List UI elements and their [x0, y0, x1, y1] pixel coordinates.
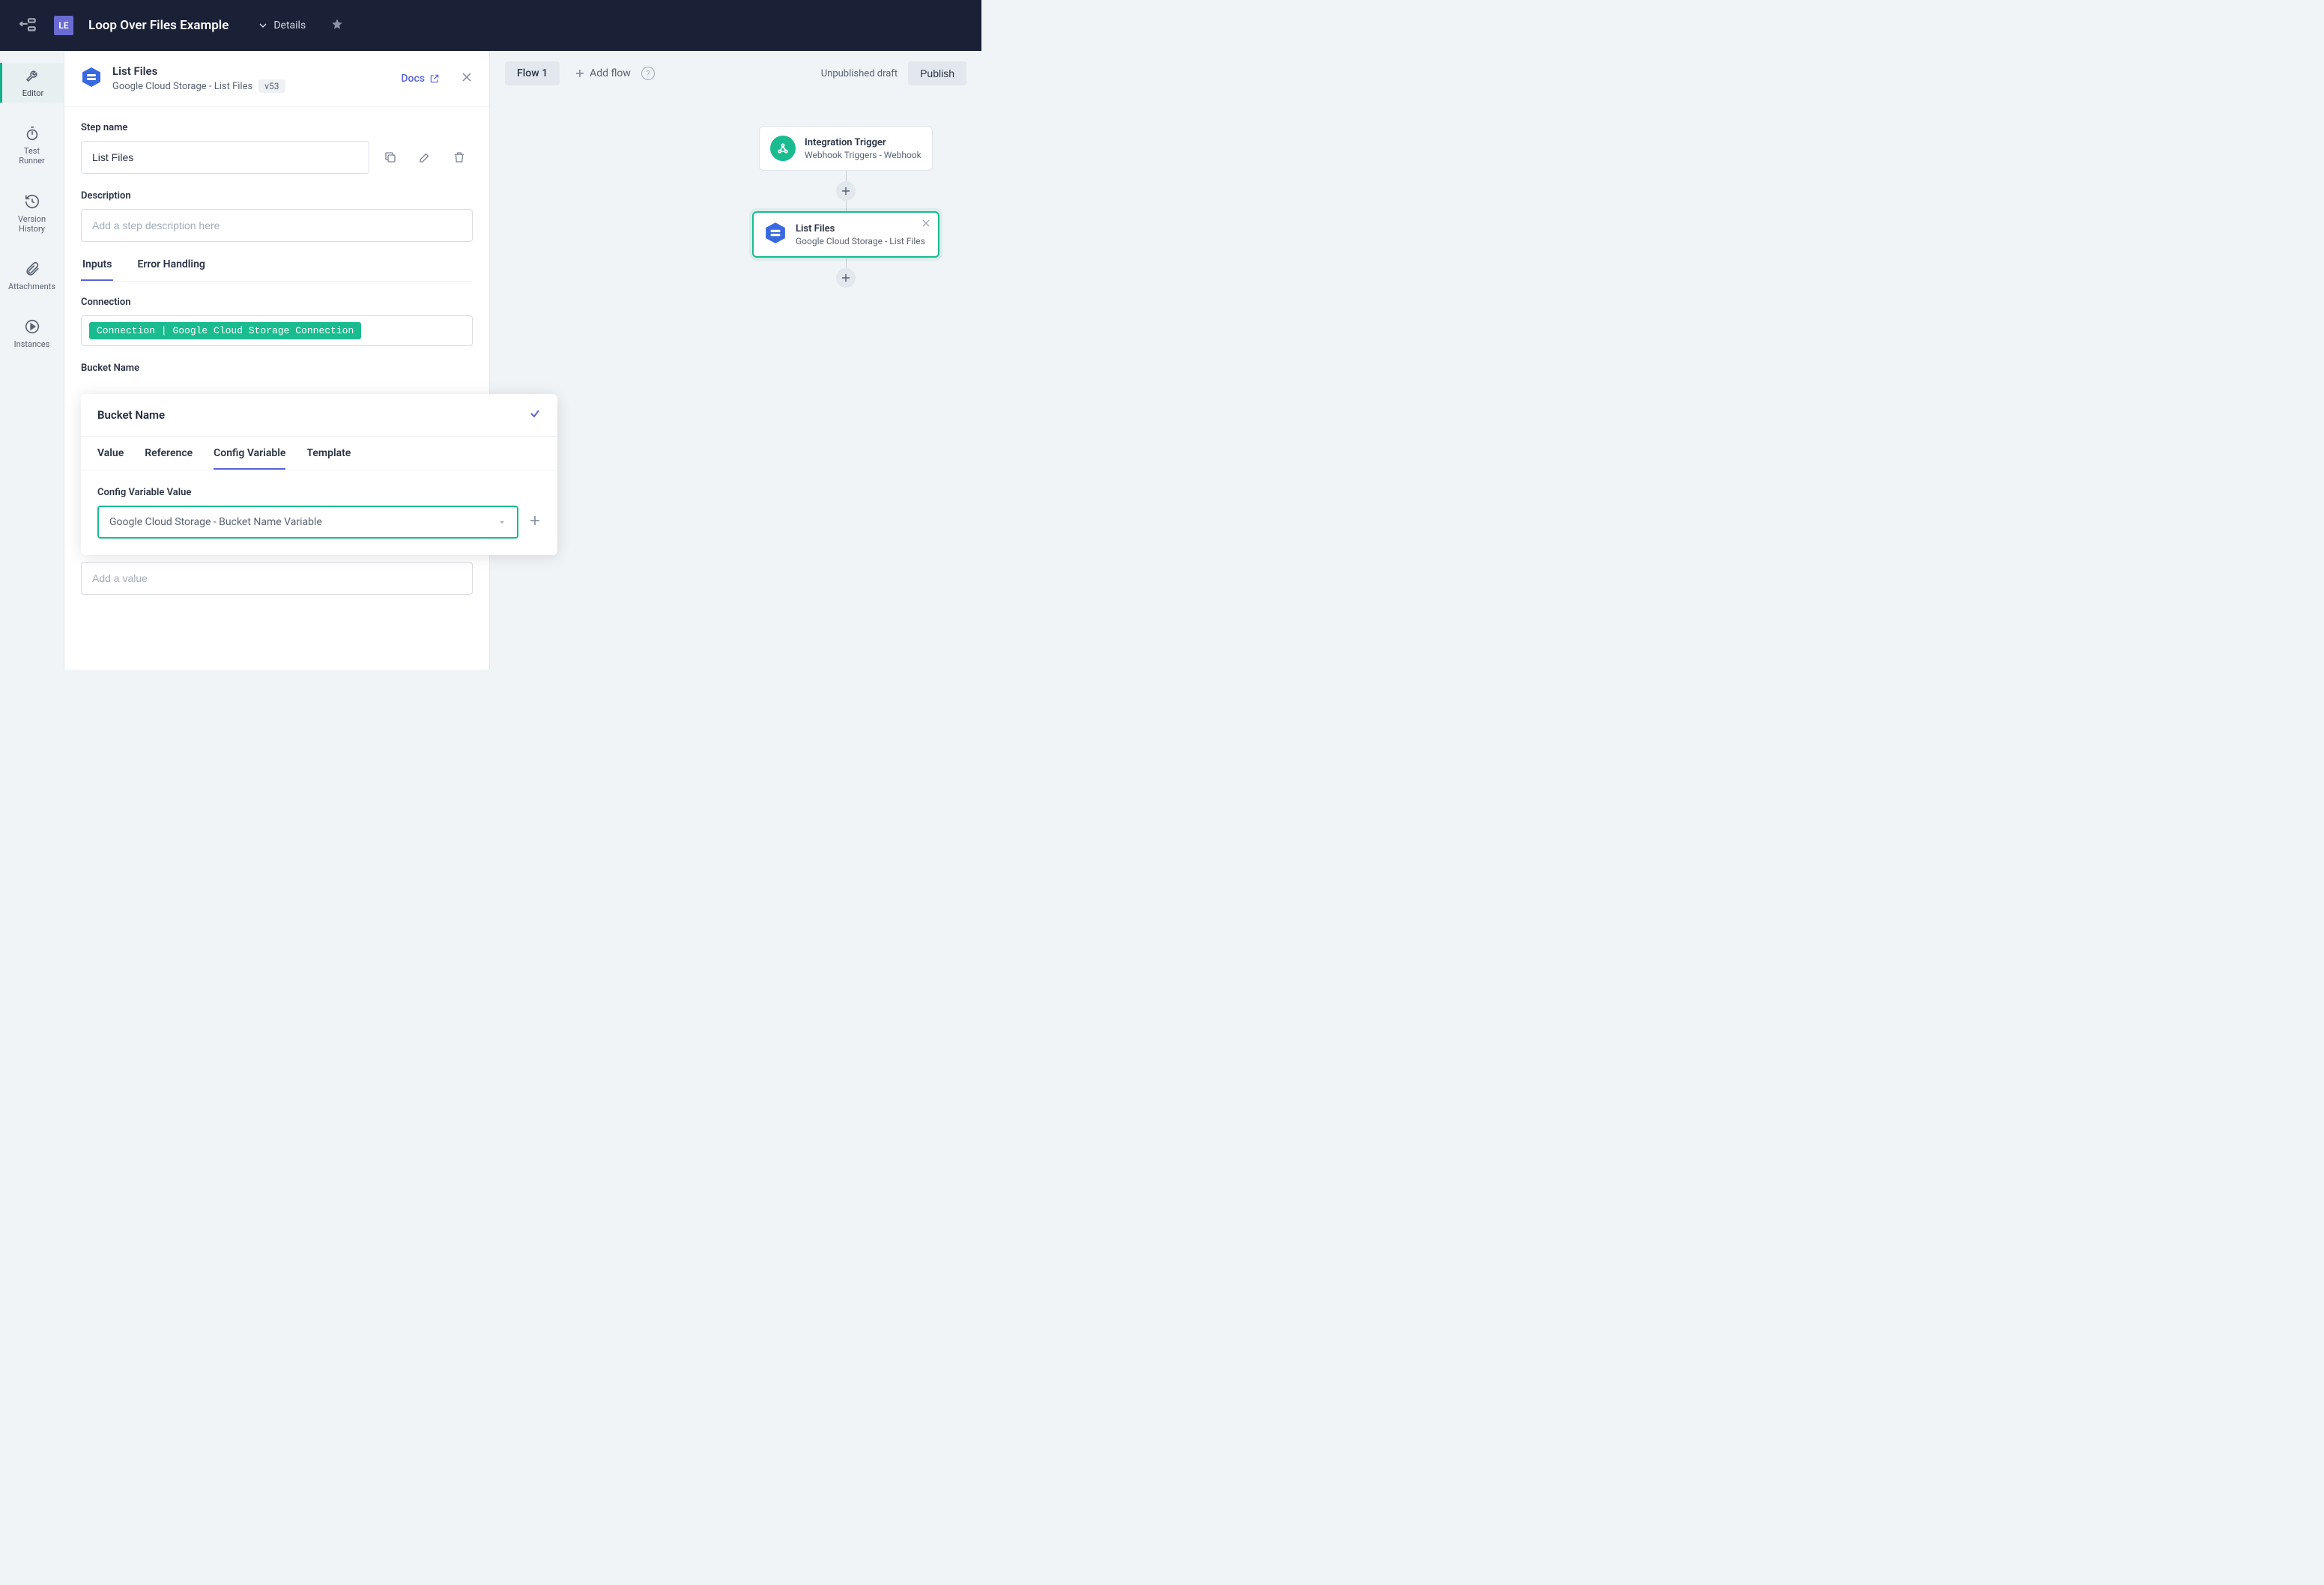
- flow-tab[interactable]: Flow 1: [505, 61, 560, 85]
- step-header: List Files Google Cloud Storage - List F…: [64, 51, 489, 107]
- sidebar-item-editor[interactable]: Editor: [0, 63, 64, 103]
- connector: [846, 258, 847, 268]
- bucket-name-label: Bucket Name: [81, 363, 473, 374]
- left-sidebar: Editor Test Runner Version History Attac…: [0, 51, 64, 670]
- project-title: Loop Over Files Example: [88, 18, 229, 33]
- add-config-variable-button[interactable]: [529, 515, 541, 530]
- sidebar-label: Editor: [22, 88, 44, 98]
- google-cloud-storage-icon: [764, 222, 787, 247]
- tab-error-handling[interactable]: Error Handling: [136, 258, 206, 281]
- popover-title: Bucket Name: [97, 408, 165, 422]
- favorite-star-icon[interactable]: [331, 18, 343, 33]
- connection-field[interactable]: Connection | Google Cloud Storage Connec…: [81, 315, 473, 346]
- step-name-input[interactable]: [81, 141, 369, 174]
- details-dropdown[interactable]: Details: [258, 19, 306, 31]
- webhook-icon: [770, 136, 796, 161]
- trash-icon: [453, 151, 466, 164]
- sidebar-item-instances[interactable]: Instances: [0, 314, 64, 354]
- history-icon: [24, 193, 40, 210]
- stopwatch-icon: [24, 125, 40, 142]
- tab-inputs[interactable]: Inputs: [81, 258, 113, 281]
- confirm-icon[interactable]: [529, 407, 541, 422]
- wrench-icon: [25, 67, 41, 84]
- version-chip: v53: [258, 79, 285, 93]
- top-bar: LE Loop Over Files Example Details: [0, 0, 981, 51]
- close-panel-icon[interactable]: [461, 71, 473, 86]
- sidebar-label: Test Runner: [19, 146, 45, 166]
- plus-icon: [575, 68, 585, 79]
- remove-node-icon[interactable]: [922, 219, 930, 230]
- max-results-input[interactable]: [81, 562, 473, 595]
- add-step-button[interactable]: [836, 181, 856, 201]
- node-title: Integration Trigger: [805, 137, 922, 148]
- draft-status: Unpublished draft: [821, 68, 898, 79]
- flow-nodes: Integration Trigger Webhook Triggers - W…: [752, 126, 939, 288]
- node-subtitle: Google Cloud Storage - List Files: [796, 236, 925, 246]
- paperclip-icon: [24, 261, 40, 277]
- copy-icon: [384, 151, 397, 164]
- connector: [846, 201, 847, 211]
- details-label: Details: [273, 19, 306, 31]
- canvas-toolbar: Flow 1 Add flow ? Unpublished draft Publ…: [490, 51, 981, 96]
- sidebar-label: Version History: [18, 214, 46, 234]
- node-subtitle: Webhook Triggers - Webhook: [805, 150, 922, 160]
- google-cloud-storage-icon: [81, 67, 102, 91]
- step-config-panel: List Files Google Cloud Storage - List F…: [64, 51, 490, 670]
- sidebar-item-test-runner[interactable]: Test Runner: [0, 121, 64, 170]
- copy-button[interactable]: [377, 144, 404, 171]
- edit-button[interactable]: [411, 144, 438, 171]
- step-name-label: Step name: [81, 122, 473, 133]
- sidebar-item-attachments[interactable]: Attachments: [0, 256, 64, 296]
- connection-label: Connection: [81, 297, 473, 308]
- publish-button[interactable]: Publish: [908, 61, 966, 85]
- external-link-icon: [429, 73, 440, 84]
- add-step-button[interactable]: [836, 268, 856, 288]
- tab-template[interactable]: Template: [306, 447, 351, 470]
- play-circle-icon: [24, 318, 40, 335]
- content-area: List Files Google Cloud Storage - List F…: [64, 51, 981, 670]
- description-input[interactable]: [81, 209, 473, 242]
- brand-icon: [18, 15, 39, 36]
- edit-icon: [418, 151, 432, 164]
- caret-down-icon: [497, 518, 506, 527]
- config-variable-select[interactable]: Google Cloud Storage - Bucket Name Varia…: [97, 506, 518, 539]
- add-flow-button[interactable]: Add flow: [575, 67, 631, 79]
- config-var-value-label: Config Variable Value: [97, 487, 541, 498]
- node-title: List Files: [796, 223, 925, 234]
- connection-chip: Connection | Google Cloud Storage Connec…: [89, 322, 361, 339]
- docs-link[interactable]: Docs: [401, 73, 440, 85]
- node-integration-trigger[interactable]: Integration Trigger Webhook Triggers - W…: [759, 126, 933, 171]
- flow-canvas[interactable]: Flow 1 Add flow ? Unpublished draft Publ…: [490, 51, 981, 670]
- project-badge: LE: [54, 16, 73, 35]
- node-list-files[interactable]: List Files Google Cloud Storage - List F…: [752, 211, 939, 258]
- sidebar-item-version-history[interactable]: Version History: [0, 189, 64, 238]
- bucket-name-popover: Bucket Name Value Reference Config Varia…: [81, 394, 557, 555]
- help-icon[interactable]: ?: [641, 67, 655, 80]
- delete-button[interactable]: [446, 144, 473, 171]
- connector: [846, 171, 847, 181]
- tab-value[interactable]: Value: [97, 447, 124, 470]
- step-tabs: Inputs Error Handling: [81, 258, 473, 282]
- tab-config-variable[interactable]: Config Variable: [214, 447, 285, 470]
- popover-tabs: Value Reference Config Variable Template: [81, 437, 557, 470]
- sidebar-label: Instances: [14, 339, 50, 349]
- description-label: Description: [81, 190, 473, 201]
- tab-reference[interactable]: Reference: [145, 447, 193, 470]
- step-subtitle: Google Cloud Storage - List Files v53: [112, 79, 390, 93]
- chevron-down-icon: [258, 21, 267, 30]
- step-title: List Files: [112, 64, 390, 78]
- sidebar-label: Attachments: [8, 282, 55, 291]
